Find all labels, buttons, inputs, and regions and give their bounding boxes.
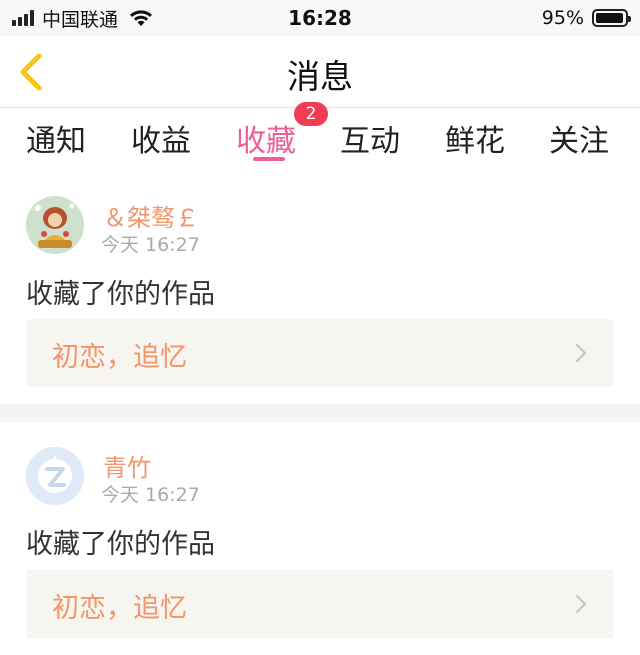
timestamp: 今天 16:27 bbox=[101, 484, 200, 506]
work-title: 初恋，追忆 bbox=[52, 342, 187, 373]
timestamp: 今天 16:27 bbox=[101, 234, 200, 256]
work-link[interactable]: 初恋，追忆 bbox=[26, 319, 614, 387]
tab-notifications[interactable]: 通知 bbox=[26, 116, 86, 160]
tab-following[interactable]: 关注 bbox=[549, 116, 609, 160]
list-item: 青竹 今天 16:27 收藏了你的作品 初恋，追忆 bbox=[0, 422, 640, 655]
tab-interactions[interactable]: 互动 bbox=[340, 116, 400, 160]
status-bar: 中国联通 16:28 95% bbox=[0, 0, 640, 36]
page-title: 消息 bbox=[287, 57, 353, 96]
action-text: 收藏了你的作品 bbox=[26, 529, 215, 560]
favorites-count-badge: 2 bbox=[294, 102, 328, 126]
avatar[interactable] bbox=[26, 447, 84, 505]
battery-fill bbox=[596, 13, 623, 23]
action-text: 收藏了你的作品 bbox=[26, 279, 215, 310]
tab-flowers[interactable]: 鲜花 bbox=[445, 116, 505, 160]
tab-earnings[interactable]: 收益 bbox=[131, 116, 191, 160]
avatar[interactable] bbox=[26, 196, 84, 254]
default-avatar-icon bbox=[26, 447, 84, 505]
list-item: ＆桀骜￡ 今天 16:27 收藏了你的作品 初恋，追忆 bbox=[0, 178, 640, 404]
chevron-right-icon bbox=[575, 343, 587, 363]
work-link[interactable]: 初恋，追忆 bbox=[26, 570, 614, 638]
username[interactable]: 青竹 bbox=[103, 448, 151, 483]
battery-percent: 95% bbox=[541, 7, 584, 29]
active-tab-indicator bbox=[253, 157, 285, 161]
username[interactable]: ＆桀骜￡ bbox=[103, 198, 199, 233]
nav-bar: 消息 bbox=[0, 36, 640, 108]
tab-favorites[interactable]: 收藏 bbox=[236, 116, 296, 160]
chevron-right-icon bbox=[575, 594, 587, 614]
status-bar-right: 95% bbox=[541, 6, 631, 30]
avatar-image bbox=[26, 196, 84, 254]
section-divider bbox=[0, 404, 640, 422]
work-title: 初恋，追忆 bbox=[52, 593, 187, 624]
battery-icon bbox=[592, 9, 631, 27]
